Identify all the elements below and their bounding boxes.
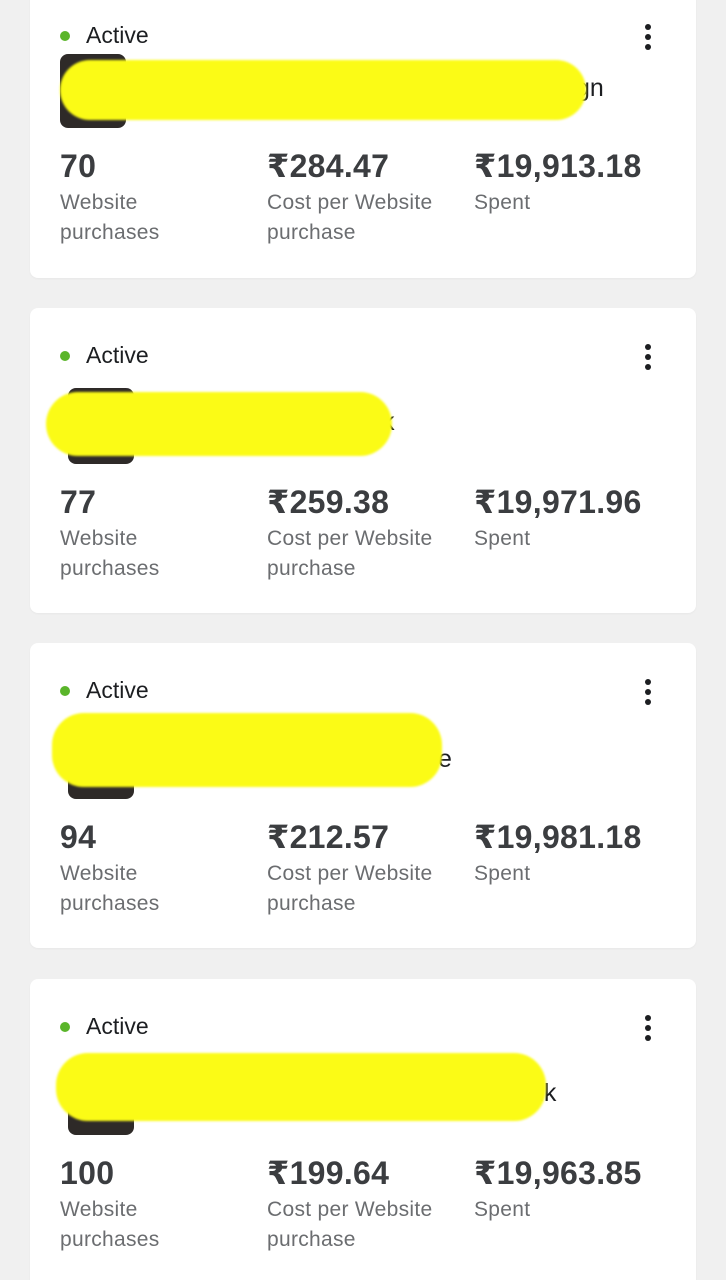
status-label: Active	[86, 22, 149, 48]
status-indicator: Active	[60, 677, 149, 704]
more-options-icon[interactable]	[636, 1013, 660, 1043]
spent-value: ₹19,913.18	[474, 148, 642, 184]
purchases-value: 94	[60, 819, 97, 855]
redaction-mark	[60, 60, 586, 120]
cost-per-purchase-value: ₹212.57	[267, 819, 390, 855]
status-dot-icon	[60, 1021, 70, 1032]
status-dot-icon	[60, 350, 70, 361]
cost-per-purchase-label: Cost per Website purchase	[267, 862, 433, 915]
spent-value: ₹19,963.85	[474, 1155, 642, 1191]
cost-per-purchase-label: Cost per Website purchase	[267, 1198, 433, 1251]
cost-per-purchase-label: Cost per Website purchase	[267, 527, 433, 580]
cost-per-purchase-label: Cost per Website purchase	[267, 191, 433, 244]
purchases-metric: 94 Website purchases	[60, 817, 230, 919]
purchases-label: Website purchases	[60, 1198, 160, 1251]
spent-label: Spent	[474, 1198, 531, 1221]
campaign-card[interactable]: Active e 94 Website purchases ₹212.57 Co…	[30, 643, 696, 948]
cost-per-purchase-metric: ₹199.64 Cost per Website purchase	[267, 1153, 467, 1255]
cost-per-purchase-value: ₹284.47	[267, 148, 390, 184]
more-options-icon[interactable]	[636, 342, 660, 372]
purchases-label: Website purchases	[60, 862, 160, 915]
spent-label: Spent	[474, 191, 531, 214]
spent-value: ₹19,971.96	[474, 484, 642, 520]
spent-metric: ₹19,981.18 Spent	[474, 817, 694, 889]
campaign-card[interactable]: Active nk 100 Website purchases ₹199.64 …	[30, 979, 696, 1280]
status-label: Active	[86, 677, 149, 703]
purchases-label: Website purchases	[60, 527, 160, 580]
more-options-icon[interactable]	[636, 677, 660, 707]
spent-label: Spent	[474, 862, 531, 885]
cost-per-purchase-value: ₹259.38	[267, 484, 390, 520]
spent-metric: ₹19,971.96 Spent	[474, 482, 694, 554]
redaction-mark	[46, 392, 392, 456]
purchases-value: 70	[60, 148, 97, 184]
status-dot-icon	[60, 685, 70, 696]
purchases-value: 100	[60, 1155, 115, 1191]
campaign-card[interactable]: Active gn 70 Website purchases ₹284.47 C…	[30, 0, 696, 278]
purchases-label: Website purchases	[60, 191, 160, 244]
campaign-list-screen: Active gn 70 Website purchases ₹284.47 C…	[0, 0, 726, 1280]
spent-metric: ₹19,963.85 Spent	[474, 1153, 694, 1225]
redaction-mark	[52, 713, 442, 787]
purchases-value: 77	[60, 484, 97, 520]
purchases-metric: 77 Website purchases	[60, 482, 230, 584]
spent-label: Spent	[474, 527, 531, 550]
status-indicator: Active	[60, 1013, 149, 1040]
more-options-icon[interactable]	[636, 22, 660, 52]
spent-value: ₹19,981.18	[474, 819, 642, 855]
cost-per-purchase-value: ₹199.64	[267, 1155, 390, 1191]
cost-per-purchase-metric: ₹212.57 Cost per Website purchase	[267, 817, 467, 919]
status-label: Active	[86, 342, 149, 368]
status-indicator: Active	[60, 22, 149, 49]
cost-per-purchase-metric: ₹259.38 Cost per Website purchase	[267, 482, 467, 584]
campaign-card[interactable]: Active k 77 Website purchases ₹259.38 Co…	[30, 308, 696, 613]
purchases-metric: 70 Website purchases	[60, 146, 230, 248]
status-label: Active	[86, 1013, 149, 1039]
redaction-mark	[56, 1053, 546, 1121]
status-indicator: Active	[60, 342, 149, 369]
spent-metric: ₹19,913.18 Spent	[474, 146, 694, 218]
purchases-metric: 100 Website purchases	[60, 1153, 230, 1255]
status-dot-icon	[60, 30, 70, 41]
cost-per-purchase-metric: ₹284.47 Cost per Website purchase	[267, 146, 467, 248]
